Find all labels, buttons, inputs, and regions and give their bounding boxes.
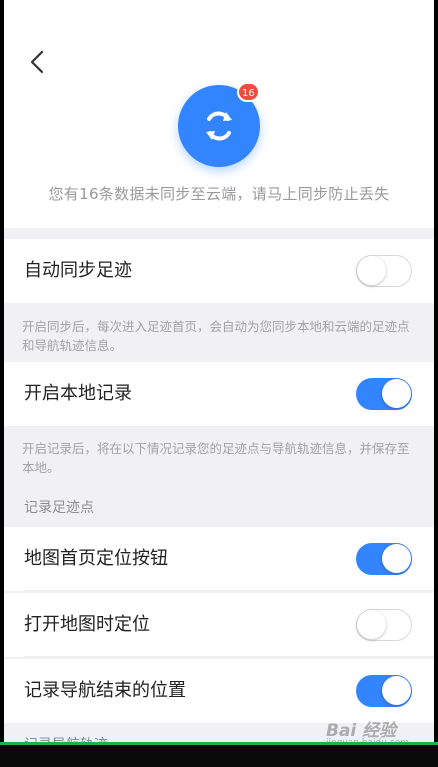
local-record-row: 开启本地记录 — [4, 362, 434, 426]
row-divider — [24, 656, 434, 657]
toggle-knob — [382, 676, 411, 705]
open-map-locate-toggle[interactable] — [356, 609, 412, 641]
nav-end-position-toggle[interactable] — [356, 675, 412, 707]
open-map-locate-row: 打开地图时定位 — [4, 593, 434, 657]
toggle-knob — [382, 379, 411, 408]
toggle-knob — [357, 610, 386, 639]
unsynced-count-badge: 16 — [237, 82, 260, 102]
auto-sync-toggle[interactable] — [356, 255, 412, 287]
auto-sync-label: 自动同步足迹 — [24, 260, 132, 281]
auto-sync-description: 开启同步后，每次进入足迹首页，会自动为您同步本地和云端的足迹点和导航轨迹信息。 — [22, 319, 410, 353]
local-record-toggle[interactable] — [356, 378, 412, 410]
map-locate-button-label: 地图首页定位按钮 — [24, 548, 168, 569]
settings-screen: 16 您有16条数据未同步至云端，请马上同步防止丢失 自动同步足迹 开启同步后，… — [4, 0, 434, 767]
map-locate-button-toggle[interactable] — [356, 543, 412, 575]
local-record-description: 开启记录后，将在以下情况记录您的足迹点与导航轨迹信息，并保存至本地。 — [22, 441, 410, 475]
unsynced-notice: 您有16条数据未同步至云端，请马上同步防止丢失 — [48, 185, 390, 203]
toggle-knob — [357, 256, 386, 285]
auto-sync-row: 自动同步足迹 — [4, 239, 434, 303]
chevron-left-icon — [30, 50, 44, 74]
header-panel: 16 您有16条数据未同步至云端，请马上同步防止丢失 — [4, 0, 434, 228]
row-divider — [24, 590, 434, 591]
bottom-bar — [0, 745, 438, 767]
sync-icon — [206, 111, 232, 141]
back-button[interactable] — [26, 48, 50, 76]
open-map-locate-label: 打开地图时定位 — [24, 614, 150, 635]
nav-end-position-label: 记录导航结束的位置 — [24, 680, 186, 701]
footprint-section-title: 记录足迹点 — [24, 500, 94, 516]
toggle-knob — [382, 544, 411, 573]
map-locate-button-row: 地图首页定位按钮 — [4, 527, 434, 591]
nav-end-position-row: 记录导航结束的位置 — [4, 659, 434, 723]
local-record-label: 开启本地记录 — [24, 383, 132, 404]
